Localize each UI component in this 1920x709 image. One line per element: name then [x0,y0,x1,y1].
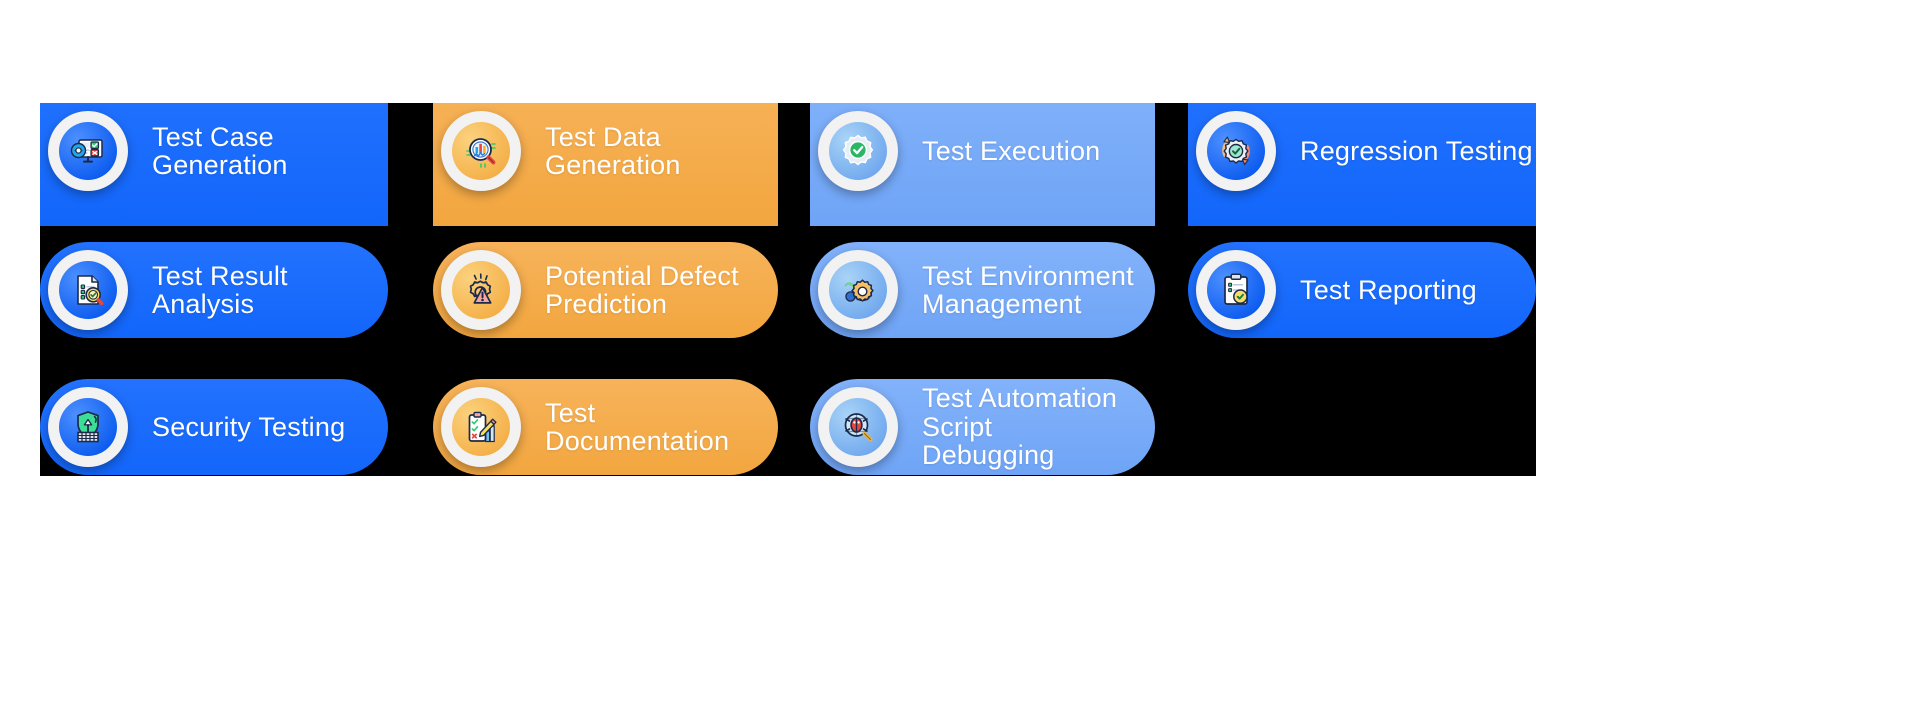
card-row-2: Test Result Analysis Potential Defect Pr… [40,242,1536,338]
card-label: Test Data Generation [545,121,681,180]
card-test-environment-management[interactable]: Test Environment Management [810,242,1155,338]
card-label: Test Result Analysis [152,260,288,319]
icon-badge [48,111,128,191]
icon-badge [818,250,898,330]
card-label: Regression Testing [1300,135,1533,166]
card-test-case-generation[interactable]: Test Case Generation [40,103,388,226]
bug-magnifier-icon [829,398,887,456]
card-row-1: Test Case Generation Test Data Generatio… [40,103,1536,226]
icon-badge [441,250,521,330]
card-test-execution[interactable]: Test Execution [810,103,1155,226]
icon-badge [1196,111,1276,191]
clipboard-report-icon [1207,261,1265,319]
stage: Test Case Generation Test Data Generatio… [0,0,1920,709]
refresh-gear-check-icon [1207,122,1265,180]
gear-check-icon [829,122,887,180]
card-regression-testing[interactable]: Regression Testing [1188,103,1536,226]
card-label: Test Case Generation [152,121,288,180]
card-label: Test Reporting [1300,274,1477,305]
clipboard-pencil-icon [452,398,510,456]
icon-badge [441,387,521,467]
shield-bug-icon [59,398,117,456]
gear-warning-icon [452,261,510,319]
card-test-data-generation[interactable]: Test Data Generation [433,103,778,226]
card-test-documentation[interactable]: Test Documentation [433,379,778,475]
card-label: Test Execution [922,135,1101,166]
card-label: Potential Defect Prediction [545,260,739,319]
magnifier-bar-chart-icon [452,122,510,180]
card-test-automation-script-debugging[interactable]: Test Automation Script Debugging [810,379,1155,475]
document-magnifier-check-icon [59,261,117,319]
card-test-result-analysis[interactable]: Test Result Analysis [40,242,388,338]
card-label: Test Environment Management [922,260,1134,319]
monitor-code-checklist-icon [59,122,117,180]
card-label: Security Testing [152,411,346,442]
icon-badge [48,250,128,330]
icon-badge [48,387,128,467]
card-label: Test Automation Script Debugging [922,383,1118,471]
card-row-3: Security Testing Test Documentation Test… [40,379,1536,475]
icon-badge [818,387,898,467]
card-test-reporting[interactable]: Test Reporting [1188,242,1536,338]
cloud-gear-icon [829,261,887,319]
cards-panel: Test Case Generation Test Data Generatio… [40,103,1536,476]
card-security-testing[interactable]: Security Testing [40,379,388,475]
card-potential-defect-prediction[interactable]: Potential Defect Prediction [433,242,778,338]
icon-badge [1196,250,1276,330]
icon-badge [818,111,898,191]
card-label: Test Documentation [545,397,730,456]
icon-badge [441,111,521,191]
